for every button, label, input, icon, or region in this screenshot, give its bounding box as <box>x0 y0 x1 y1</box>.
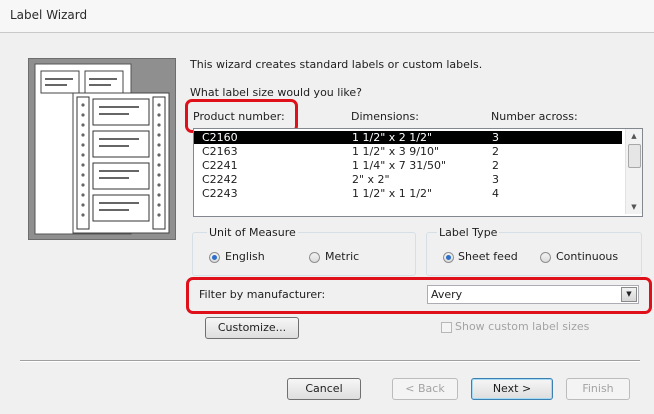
across-cell: 2 <box>492 145 499 158</box>
english-radio[interactable] <box>209 252 220 263</box>
show-custom-checkbox[interactable] <box>441 322 452 333</box>
label-sheet-illustration <box>28 58 176 240</box>
customize-button[interactable]: Customize... <box>205 317 299 339</box>
sheet-feed-label[interactable]: Sheet feed <box>458 250 518 263</box>
across-cell: 3 <box>492 131 499 144</box>
list-scrollbar[interactable]: ▲ ▼ <box>625 129 642 214</box>
table-row[interactable]: C2241 1 1/4" x 7 31/50" 2 <box>194 159 622 172</box>
table-row[interactable]: C2243 1 1/2" x 1 1/2" 4 <box>194 187 622 200</box>
continuous-radio[interactable] <box>540 252 551 263</box>
product-cell: C2163 <box>202 145 238 158</box>
intro-text: This wizard creates standard labels or c… <box>190 58 483 71</box>
finish-button[interactable]: Finish <box>566 378 630 400</box>
table-row[interactable]: C2160 1 1/2" x 2 1/2" 3 <box>194 131 622 144</box>
across-cell: 2 <box>492 159 499 172</box>
header-dimensions: Dimensions: <box>351 110 419 123</box>
filter-highlight <box>186 277 652 314</box>
footer-separator <box>20 360 640 362</box>
label-sheet-icon <box>29 59 175 239</box>
dimensions-cell: 1 1/4" x 7 31/50" <box>352 159 447 172</box>
continuous-label[interactable]: Continuous <box>556 250 618 263</box>
dimensions-cell: 2" x 2" <box>352 173 390 186</box>
product-cell: C2242 <box>202 173 238 186</box>
product-cell: C2160 <box>202 131 238 144</box>
next-button[interactable]: Next > <box>471 378 553 400</box>
english-label[interactable]: English <box>225 250 265 263</box>
unit-of-measure-label: Unit of Measure <box>207 226 298 239</box>
product-cell: C2243 <box>202 187 238 200</box>
scroll-down-icon[interactable]: ▼ <box>626 200 642 214</box>
window-title: Label Wizard <box>10 8 88 22</box>
table-row[interactable]: C2242 2" x 2" 3 <box>194 173 622 186</box>
product-cell: C2241 <box>202 159 238 172</box>
label-type-label: Label Type <box>437 226 500 239</box>
cancel-button[interactable]: Cancel <box>287 378 361 400</box>
dimensions-cell: 1 1/2" x 1 1/2" <box>352 187 433 200</box>
across-cell: 3 <box>492 173 499 186</box>
metric-label[interactable]: Metric <box>325 250 359 263</box>
header-number-across: Number across: <box>491 110 578 123</box>
metric-radio[interactable] <box>309 252 320 263</box>
across-cell: 4 <box>492 187 499 200</box>
title-bar: Label Wizard <box>0 0 654 33</box>
table-row[interactable]: C2163 1 1/2" x 3 9/10" 2 <box>194 145 622 158</box>
back-button[interactable]: < Back <box>392 378 458 400</box>
size-question: What label size would you like? <box>190 86 362 99</box>
show-custom-label: Show custom label sizes <box>455 320 590 333</box>
scroll-thumb[interactable] <box>628 144 641 168</box>
dimensions-cell: 1 1/2" x 3 9/10" <box>352 145 440 158</box>
label-size-list[interactable]: C2160 1 1/2" x 2 1/2" 3 C2163 1 1/2" x 3… <box>193 128 643 217</box>
sheet-feed-radio[interactable] <box>443 252 454 263</box>
scroll-up-icon[interactable]: ▲ <box>626 129 642 143</box>
dimensions-cell: 1 1/2" x 2 1/2" <box>352 131 433 144</box>
